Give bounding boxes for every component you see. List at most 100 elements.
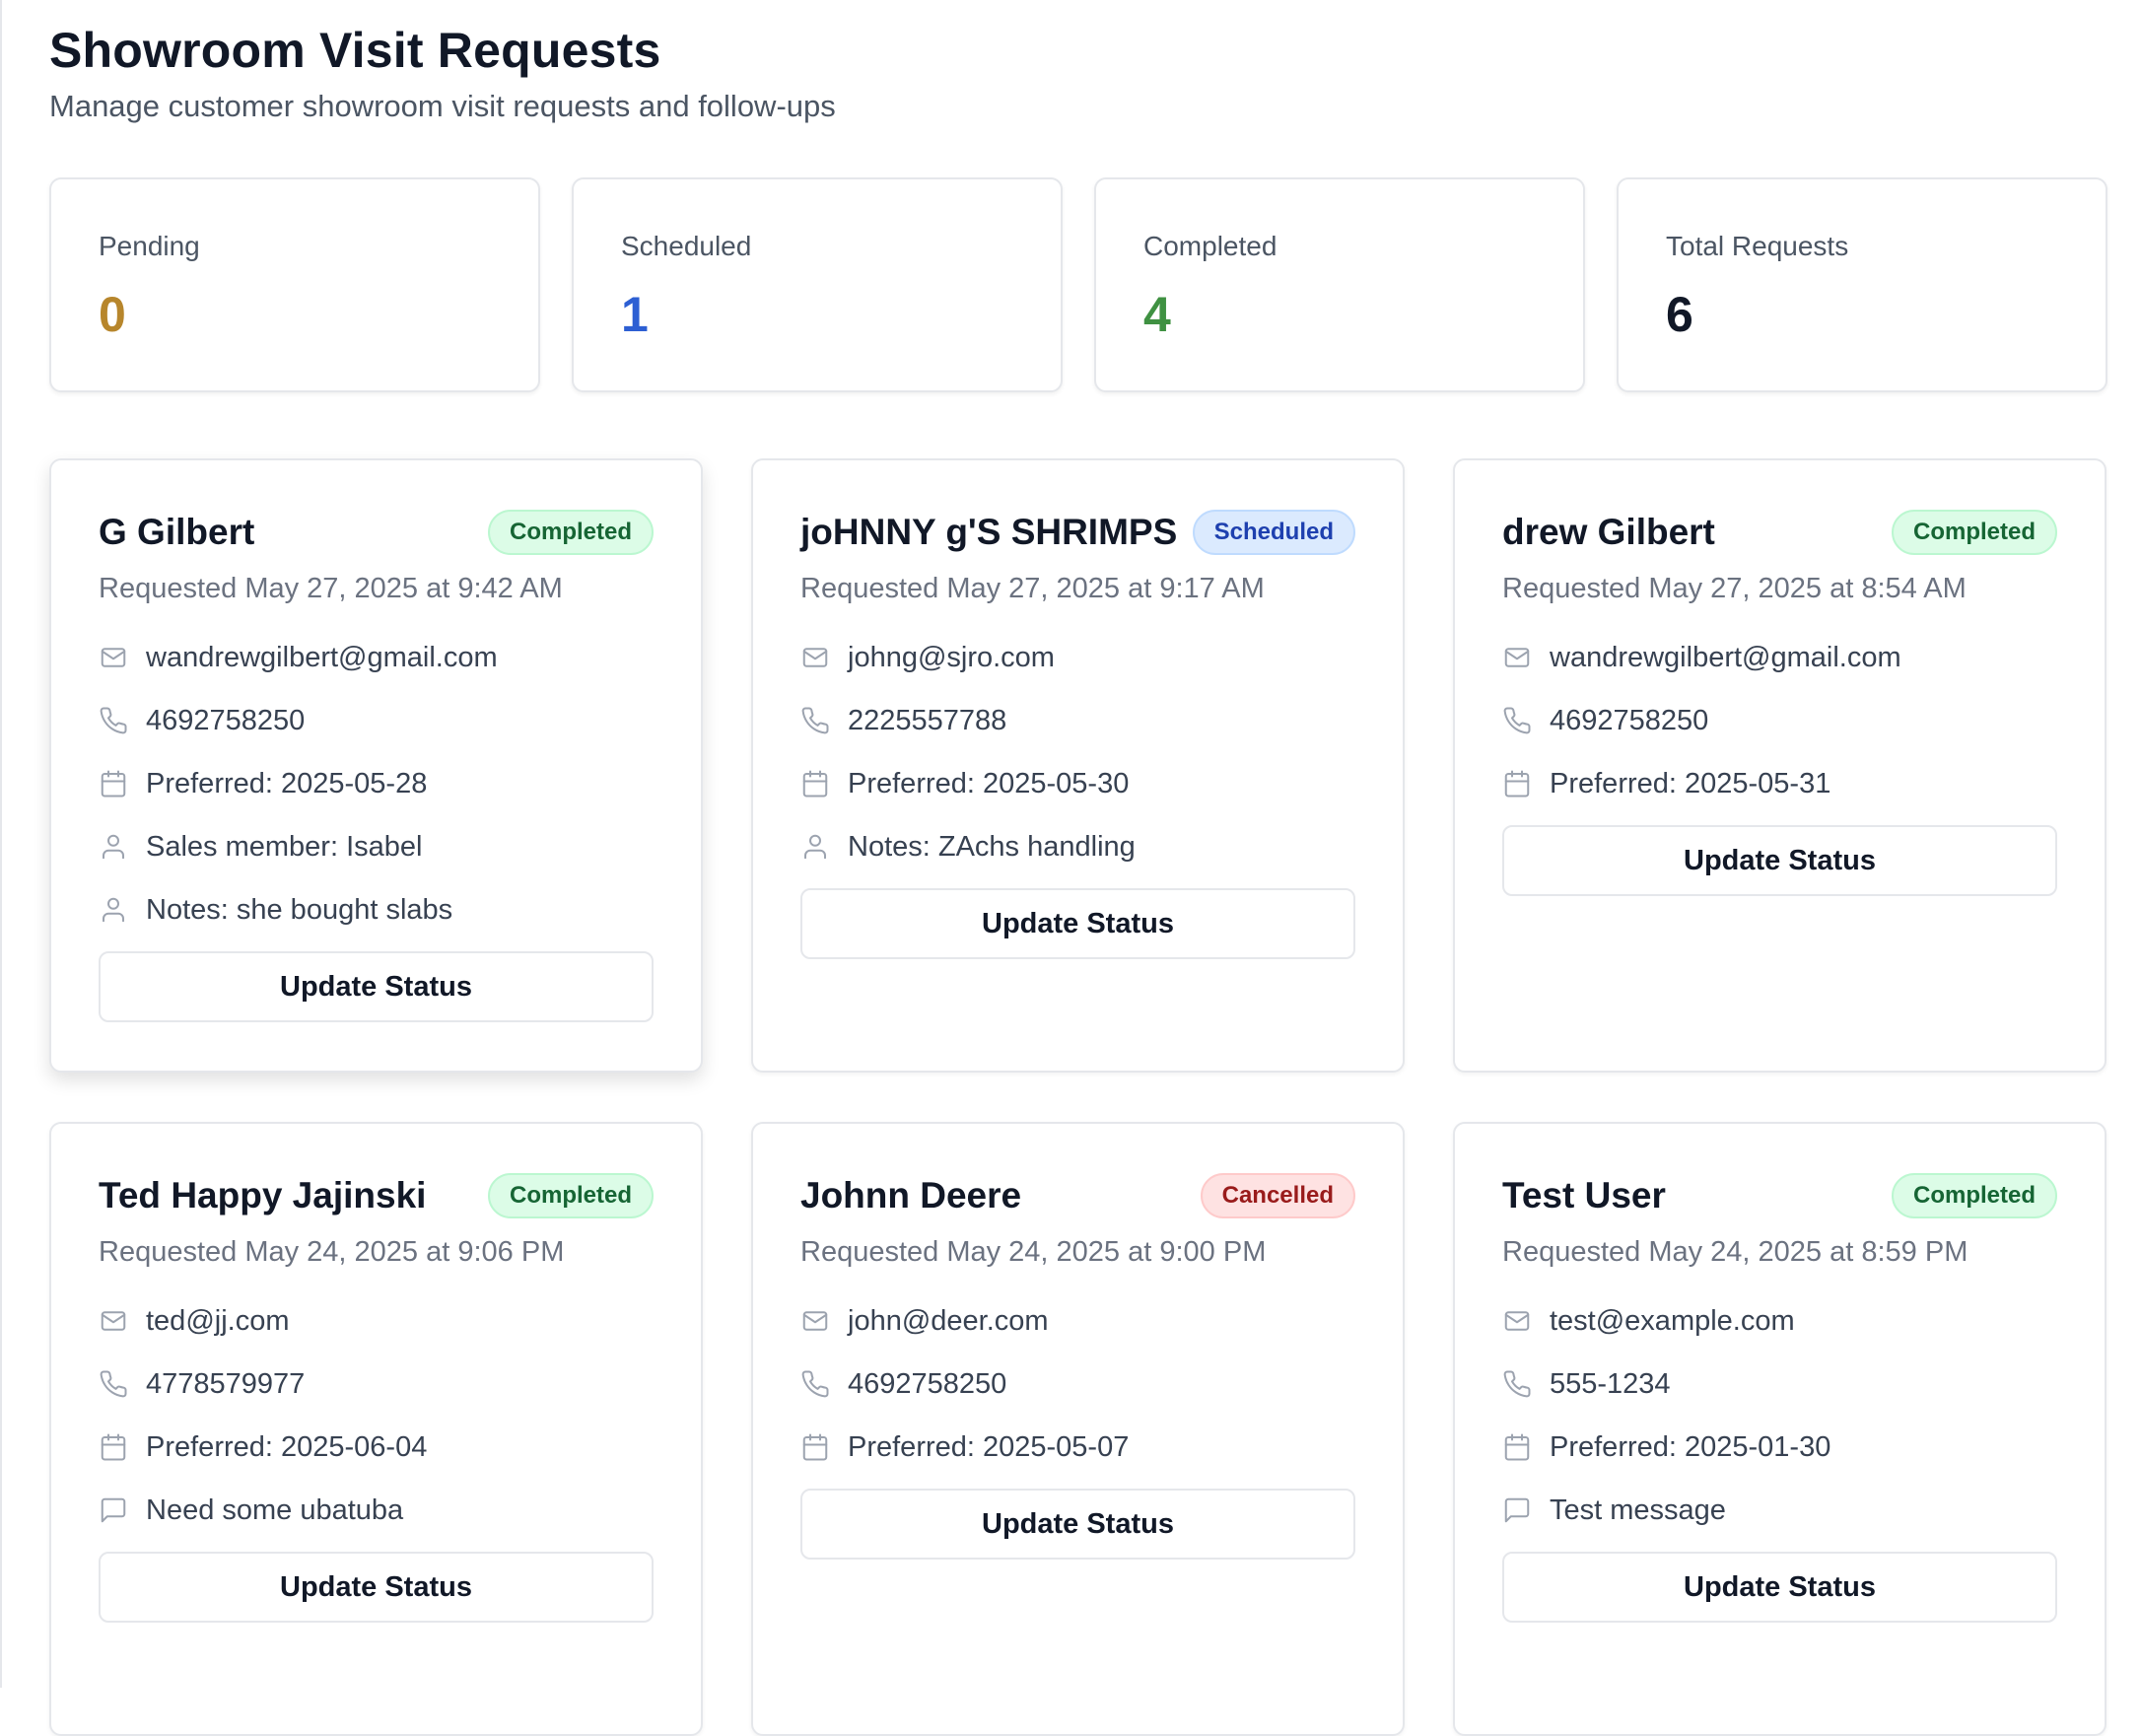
calendar-icon [1502,1432,1532,1462]
detail-row: Need some ubatuba [99,1479,654,1542]
requested-date: Requested May 27, 2025 at 8:54 AM [1502,573,1967,604]
detail-row: test@example.com [1502,1289,2057,1353]
update-status-button[interactable]: Update Status [99,951,654,1022]
detail-row: Preferred: 2025-05-28 [99,752,654,815]
detail-text: Preferred: 2025-05-28 [146,767,428,799]
detail-row: Sales member: Isabel [99,815,654,878]
detail-text: johng@sjro.com [848,641,1055,673]
card-header: drew Gilbert Completed [1502,508,2057,557]
detail-row: Notes: she bought slabs [99,878,654,941]
detail-row: Preferred: 2025-01-30 [1502,1416,2057,1479]
detail-text: Preferred: 2025-05-31 [1550,767,1831,799]
stat-value: 0 [99,287,126,342]
detail-text: Need some ubatuba [146,1493,404,1526]
detail-row: Notes: ZAchs handling [800,815,1355,878]
calendar-icon [800,1432,830,1462]
update-status-button[interactable]: Update Status [800,1489,1355,1560]
status-badge: Completed [487,1173,654,1218]
detail-text: 2225557788 [848,704,1007,736]
detail-text: Preferred: 2025-05-30 [848,767,1130,799]
mail-icon [99,643,128,672]
detail-row: 4692758250 [1502,689,2057,752]
status-badge: Scheduled [1192,510,1355,555]
calendar-icon [800,769,830,799]
card-header: Test User Completed [1502,1171,2057,1220]
requests-grid: G Gilbert Completed Requested May 27, 2025… [49,458,2107,1736]
calendar-icon [99,1432,128,1462]
request-card: Ted Happy Jajinski Completed Requested May… [49,1122,703,1736]
stat-label: Pending [99,231,200,261]
card-header: Johnn Deere Cancelled [800,1171,1355,1220]
detail-text: Preferred: 2025-06-04 [146,1430,428,1463]
stat-value: 4 [1143,287,1171,342]
phone-icon [800,706,830,735]
stat-label: Total Requests [1666,231,1849,261]
detail-row: ted@jj.com [99,1289,654,1353]
detail-row: Preferred: 2025-05-30 [800,752,1355,815]
detail-row: john@deer.com [800,1289,1355,1353]
message-icon [99,1495,128,1525]
page-edge [0,0,2,1688]
status-badge: Completed [1891,510,2057,555]
stat-value: 1 [621,287,649,342]
calendar-icon [1502,769,1532,799]
update-status-button[interactable]: Update Status [1502,1552,2057,1623]
request-card: joHNNY g'S SHRIMPS Scheduled Requested May… [751,458,1405,1073]
detail-row: wandrewgilbert@gmail.com [99,626,654,689]
detail-list: ted@jj.com 4778579977 Preferred: 2025-06-0… [99,1289,654,1542]
phone-icon [99,1369,128,1399]
phone-icon [99,706,128,735]
detail-text: john@deer.com [848,1304,1049,1337]
detail-text: 4778579977 [146,1367,306,1400]
detail-row: wandrewgilbert@gmail.com [1502,626,2057,689]
message-icon [1502,1495,1532,1525]
request-card: G Gilbert Completed Requested May 27, 2025… [49,458,703,1073]
detail-text: Preferred: 2025-05-07 [848,1430,1130,1463]
detail-row: Test message [1502,1479,2057,1542]
mail-icon [1502,643,1532,672]
detail-list: test@example.com 555-1234 Preferred: 2025-… [1502,1289,2057,1542]
update-status-button[interactable]: Update Status [1502,825,2057,896]
detail-row: 4692758250 [800,1353,1355,1416]
phone-icon [1502,706,1532,735]
detail-list: wandrewgilbert@gmail.com 4692758250 Prefer… [1502,626,2057,815]
card-header: G Gilbert Completed [99,508,654,557]
update-status-button[interactable]: Update Status [99,1552,654,1623]
mail-icon [800,1306,830,1336]
update-status-button[interactable]: Update Status [800,888,1355,959]
detail-list: john@deer.com 4692758250 Preferred: 2025-0… [800,1289,1355,1479]
mail-icon [1502,1306,1532,1336]
detail-text: ted@jj.com [146,1304,290,1337]
detail-row: johng@sjro.com [800,626,1355,689]
detail-row: 555-1234 [1502,1353,2057,1416]
card-header: Ted Happy Jajinski Completed [99,1171,654,1220]
customer-name: drew Gilbert [1502,512,1715,552]
detail-row: 4692758250 [99,689,654,752]
calendar-icon [99,769,128,799]
page-title: Showroom Visit Requests [49,23,661,78]
detail-text: test@example.com [1550,1304,1795,1337]
phone-icon [800,1369,830,1399]
phone-icon [1502,1369,1532,1399]
stat-card-scheduled: Scheduled 1 [572,177,1063,392]
status-badge: Cancelled [1200,1173,1355,1218]
detail-text: Test message [1550,1493,1726,1526]
status-badge: Completed [1891,1173,2057,1218]
user-icon [99,895,128,925]
requested-date: Requested May 24, 2025 at 9:00 PM [800,1236,1267,1268]
requested-date: Requested May 24, 2025 at 8:59 PM [1502,1236,1968,1268]
requested-date: Requested May 27, 2025 at 9:42 AM [99,573,563,604]
user-icon [800,832,830,862]
stat-label: Completed [1143,231,1278,261]
customer-name: Johnn Deere [800,1175,1022,1215]
customer-name: Test User [1502,1175,1666,1215]
customer-name: G Gilbert [99,512,255,552]
detail-row: 4778579977 [99,1353,654,1416]
stats-row: Pending 0 Scheduled 1 Completed 4 Total … [49,177,2107,392]
requested-date: Requested May 24, 2025 at 9:06 PM [99,1236,565,1268]
detail-text: 555-1234 [1550,1367,1671,1400]
detail-text: 4692758250 [848,1367,1007,1400]
customer-name: Ted Happy Jajinski [99,1175,427,1215]
detail-text: wandrewgilbert@gmail.com [146,641,498,673]
mail-icon [800,643,830,672]
